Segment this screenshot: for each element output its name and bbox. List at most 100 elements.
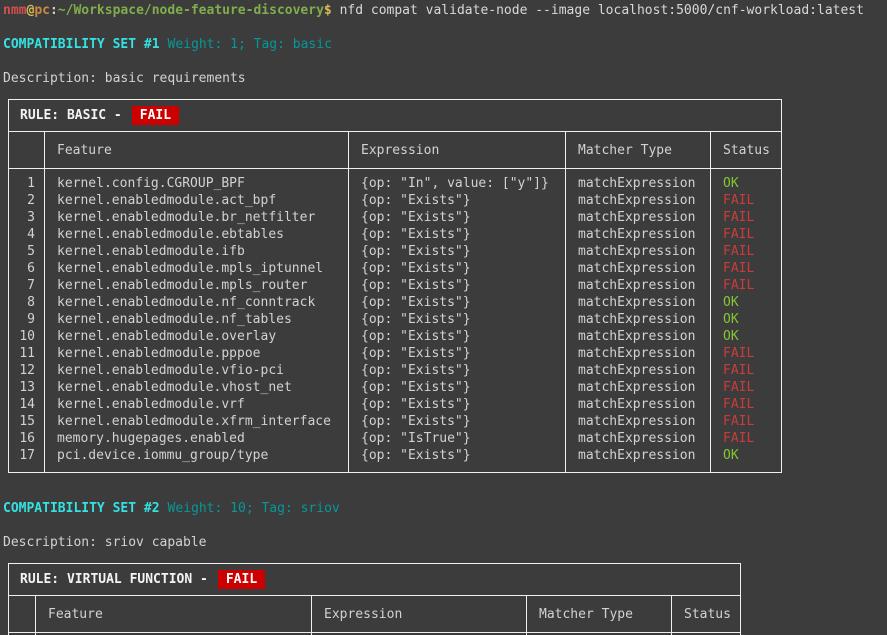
- column-header-status: Status: [672, 596, 741, 633]
- rule-header-cell: RULE: VIRTUAL FUNCTION -FAIL: [9, 564, 741, 596]
- column-header-expression: Expression: [312, 596, 527, 633]
- feature-cell: kernel.enabledmodule.xfrm_interface: [45, 413, 349, 430]
- status-value: OK: [711, 294, 782, 311]
- set-meta: Weight: 1; Tag: basic: [168, 37, 332, 52]
- rule-table-basic: RULE: BASIC -FAIL Feature Expression Mat…: [8, 99, 782, 473]
- matcher-type-cell: matchExpression: [566, 294, 711, 311]
- table-row: 5kernel.enabledmodule.ifb{op: "Exists"}m…: [9, 243, 782, 260]
- compat-set-1: COMPATIBILITY SET #1 Weight: 1; Tag: basi…: [3, 36, 884, 473]
- table-row: 11kernel.enabledmodule.pppoe{op: "Exists…: [9, 345, 782, 362]
- rule-table-virtual-function: RULE: VIRTUAL FUNCTION -FAIL Feature Exp…: [8, 563, 741, 635]
- table-row: 16memory.hugepages.enabled{op: "IsTrue"}…: [9, 430, 782, 447]
- expression-cell: {op: "Exists"}: [349, 396, 566, 413]
- table-row: 12kernel.enabledmodule.vfio-pci{op: "Exi…: [9, 362, 782, 379]
- row-number: 3: [9, 209, 45, 226]
- rule-label: RULE: VIRTUAL FUNCTION -: [20, 572, 208, 587]
- matcher-type-cell: matchExpression: [566, 277, 711, 294]
- matcher-type-cell: matchExpression: [566, 379, 711, 396]
- status-value: FAIL: [711, 396, 782, 413]
- feature-cell: kernel.enabledmodule.br_netfilter: [45, 209, 349, 226]
- set-meta: Weight: 10; Tag: sriov: [168, 501, 340, 516]
- prompt-host: pc: [34, 3, 50, 18]
- expression-cell: {op: "Exists"}: [349, 209, 566, 226]
- status-value: FAIL: [711, 379, 782, 396]
- row-number: 8: [9, 294, 45, 311]
- matcher-type-cell: matchExpression: [566, 328, 711, 345]
- matcher-type-cell: matchExpression: [566, 169, 711, 193]
- column-header-row: Feature Expression Matcher Type Status: [9, 596, 741, 633]
- feature-cell: kernel.enabledmodule.mpls_iptunnel: [45, 260, 349, 277]
- status-value: FAIL: [711, 243, 782, 260]
- prompt-path: ~/Workspace/node-feature-discovery: [58, 3, 324, 18]
- status-value: FAIL: [711, 345, 782, 362]
- matcher-type-cell: matchExpression: [566, 226, 711, 243]
- expression-cell: {op: "Exists"}: [349, 294, 566, 311]
- feature-cell: kernel.enabledmodule.nf_tables: [45, 311, 349, 328]
- table-row: 7kernel.enabledmodule.mpls_router{op: "E…: [9, 277, 782, 294]
- status-value: FAIL: [711, 209, 782, 226]
- status-value: FAIL: [711, 226, 782, 243]
- set-heading: COMPATIBILITY SET #2 Weight: 10; Tag: sri…: [3, 500, 884, 534]
- expression-cell: {op: "Exists"}: [349, 243, 566, 260]
- table-row: 2kernel.enabledmodule.act_bpf{op: "Exist…: [9, 192, 782, 209]
- matcher-type-cell: matchExpression: [566, 345, 711, 362]
- table-row: 9kernel.enabledmodule.nf_tables{op: "Exi…: [9, 311, 782, 328]
- matcher-type-cell: matchExpression: [566, 362, 711, 379]
- matcher-type-cell: matchExpression: [566, 243, 711, 260]
- set-description: Description: sriov capable: [3, 534, 884, 551]
- matcher-type-cell: matchExpression: [566, 311, 711, 328]
- rule-header-cell: RULE: BASIC -FAIL: [9, 100, 782, 132]
- column-header-status: Status: [711, 132, 782, 169]
- set-title: COMPATIBILITY SET #2: [3, 501, 160, 516]
- command-text: nfd compat validate-node --image localho…: [340, 3, 864, 18]
- matcher-type-cell: matchExpression: [566, 430, 711, 447]
- row-number: 11: [9, 345, 45, 362]
- row-number: 4: [9, 226, 45, 243]
- fail-badge: FAIL: [132, 106, 179, 125]
- expression-cell: {op: "Exists"}: [349, 379, 566, 396]
- status-value: OK: [711, 311, 782, 328]
- row-number: 7: [9, 277, 45, 294]
- status-value: FAIL: [711, 362, 782, 379]
- table-row: 3kernel.enabledmodule.br_netfilter{op: "…: [9, 209, 782, 226]
- table-row: 13kernel.enabledmodule.vhost_net{op: "Ex…: [9, 379, 782, 396]
- matcher-type-cell: matchExpression: [566, 447, 711, 473]
- expression-cell: {op: "Exists"}: [349, 362, 566, 379]
- feature-cell: kernel.enabledmodule.ebtables: [45, 226, 349, 243]
- table-row: 15kernel.enabledmodule.xfrm_interface{op…: [9, 413, 782, 430]
- prompt-user: nmm: [3, 3, 26, 18]
- expression-cell: {op: "Exists"}: [349, 328, 566, 345]
- column-header-matcher: Matcher Type: [527, 596, 672, 633]
- status-value: FAIL: [711, 277, 782, 294]
- feature-cell: kernel.enabledmodule.vrf: [45, 396, 349, 413]
- expression-cell: {op: "Exists"}: [349, 260, 566, 277]
- matcher-type-cell: matchExpression: [566, 396, 711, 413]
- expression-cell: {op: "Exists"}: [349, 413, 566, 430]
- row-number: 16: [9, 430, 45, 447]
- matcher-type-cell: matchExpression: [566, 260, 711, 277]
- column-header-matcher: Matcher Type: [566, 132, 711, 169]
- table-row: 4kernel.enabledmodule.ebtables{op: "Exis…: [9, 226, 782, 243]
- row-number: 5: [9, 243, 45, 260]
- set-title: COMPATIBILITY SET #1: [3, 37, 160, 52]
- status-value: OK: [711, 169, 782, 193]
- expression-cell: {op: "Exists"}: [349, 311, 566, 328]
- feature-cell: kernel.config.CGROUP_BPF: [45, 169, 349, 193]
- row-number: 17: [9, 447, 45, 473]
- expression-cell: {op: "Exists"}: [349, 345, 566, 362]
- status-value: OK: [711, 447, 782, 473]
- terminal[interactable]: nmm@pc:~/Workspace/node-feature-discover…: [0, 0, 884, 633]
- row-number: 12: [9, 362, 45, 379]
- expression-cell: {op: "Exists"}: [349, 192, 566, 209]
- feature-cell: kernel.enabledmodule.ifb: [45, 243, 349, 260]
- prompt-colon: :: [50, 3, 58, 18]
- status-value: FAIL: [711, 413, 782, 430]
- status-value: FAIL: [711, 260, 782, 277]
- feature-cell: kernel.enabledmodule.vhost_net: [45, 379, 349, 396]
- set-description: Description: basic requirements: [3, 70, 884, 87]
- column-header-feature: Feature: [45, 132, 349, 169]
- feature-cell: kernel.enabledmodule.act_bpf: [45, 192, 349, 209]
- table-row: 17pci.device.iommu_group/type{op: "Exist…: [9, 447, 782, 473]
- row-number: 9: [9, 311, 45, 328]
- status-value: OK: [711, 328, 782, 345]
